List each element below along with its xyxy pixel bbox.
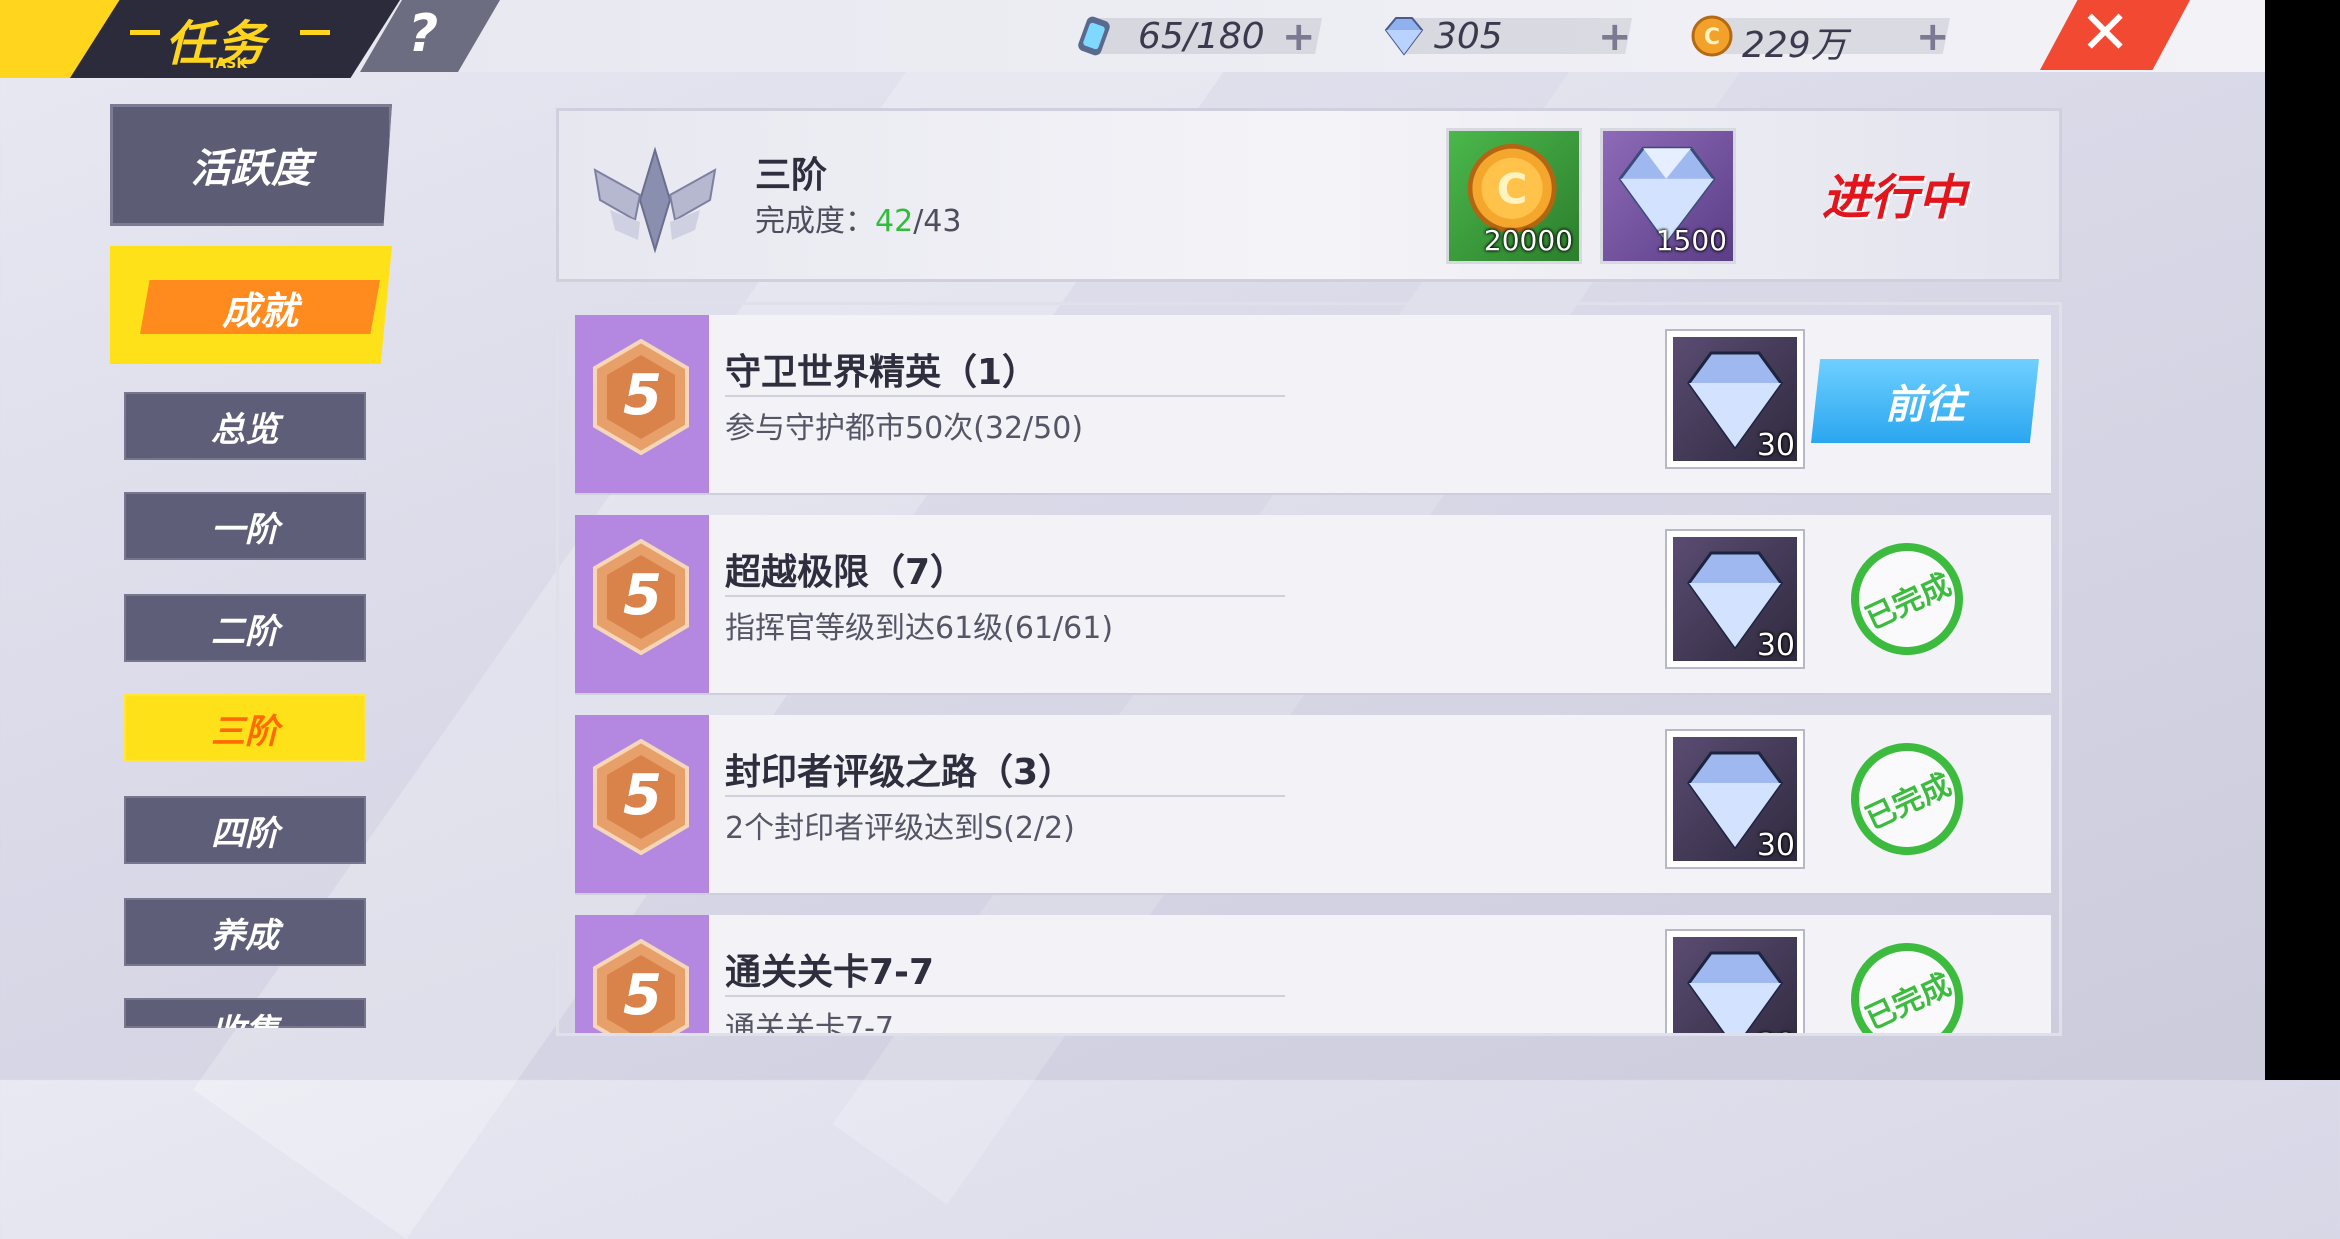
task-row: 5 通关关卡7-7 通关关卡7-7 30 已完成: [575, 915, 2051, 1036]
task-reward[interactable]: 30: [1665, 529, 1805, 669]
help-icon[interactable]: ?: [408, 4, 438, 64]
rank-status: 进行中: [1822, 170, 1967, 226]
task-level: 5: [623, 763, 662, 828]
task-name: 超越极限（7）: [725, 552, 967, 593]
tab-activity[interactable]: 活跃度: [110, 104, 392, 226]
screen-edge: [2265, 0, 2340, 1080]
close-icon[interactable]: ✕: [2080, 0, 2130, 68]
svg-text:C: C: [1497, 165, 1528, 214]
sidebar-item-tier4[interactable]: 四阶: [124, 796, 366, 864]
task-reward[interactable]: 30: [1665, 329, 1805, 469]
progress-label: 完成度：: [755, 204, 875, 239]
sidebar-item-tier3[interactable]: 三阶: [124, 694, 366, 762]
progress-current: 42: [875, 204, 914, 239]
reward-amount: 30: [1756, 828, 1795, 863]
reward-amount: 30: [1756, 628, 1795, 663]
reward-diamond-amount: 1500: [1655, 224, 1727, 257]
completed-stamp: 已完成: [1832, 924, 1982, 1033]
task-name: 通关关卡7-7: [725, 952, 935, 993]
rank-title: 三阶: [755, 155, 828, 196]
svg-text:C: C: [1704, 25, 1720, 50]
task-desc: 2个封印者评级达到S(2/2): [725, 811, 1075, 846]
gold-plus-button[interactable]: +: [1916, 14, 1950, 60]
task-name: 守卫世界精英（1）: [725, 352, 1039, 393]
completed-stamp: 已完成: [1832, 724, 1982, 874]
title-decoration: [130, 30, 160, 35]
task-list[interactable]: 5 守卫世界精英（1） 参与守护都市50次(32/50) 30 前往 5 超越极…: [556, 302, 2062, 1036]
sidebar-item-overview[interactable]: 总览: [124, 392, 366, 460]
tab-achievement[interactable]: 成就: [140, 280, 380, 334]
task-desc: 参与守护都市50次(32/50): [725, 411, 1084, 446]
sidebar-item-growth[interactable]: 养成: [124, 898, 366, 966]
sidebar-item-tier1[interactable]: 一阶: [124, 492, 366, 560]
task-level: 5: [623, 963, 662, 1028]
page-subtitle: TASK: [207, 56, 248, 72]
rank-reward-gold[interactable]: C 20000: [1446, 128, 1582, 264]
gold-value: 229万: [1742, 25, 1847, 66]
stamina-plus-button[interactable]: +: [1282, 14, 1316, 60]
go-button[interactable]: 前往: [1811, 359, 2039, 443]
completed-stamp: 已完成: [1832, 524, 1982, 674]
sidebar-item-tier2[interactable]: 二阶: [124, 594, 366, 662]
task-row: 5 守卫世界精英（1） 参与守护都市50次(32/50) 30 前往: [575, 315, 2051, 493]
task-level: 5: [623, 363, 662, 428]
task-desc: 指挥官等级到达61级(61/61): [725, 611, 1114, 646]
rank-emblem-icon: [593, 146, 717, 254]
reward-gold-amount: 20000: [1483, 224, 1573, 257]
title-decoration: [300, 30, 330, 35]
diamond-icon: [1687, 951, 1783, 1033]
progress-total: /43: [913, 204, 962, 239]
stamina-icon: [1078, 16, 1110, 56]
task-name: 封印者评级之路（3）: [725, 752, 1075, 793]
task-row: 5 封印者评级之路（3） 2个封印者评级达到S(2/2) 30 已完成: [575, 715, 2051, 893]
stamina-value: 65/180: [1138, 16, 1265, 57]
gold-resource: C 229万 +: [1690, 14, 1960, 66]
rank-reward-diamond[interactable]: 1500: [1600, 128, 1736, 264]
diamond-resource: 305 +: [1382, 14, 1642, 60]
diamond-value: 305: [1434, 16, 1503, 57]
rank-progress: 完成度：42/43: [755, 196, 961, 240]
diamond-icon: [1384, 17, 1424, 56]
reward-amount: 30: [1756, 428, 1795, 463]
task-desc: 通关关卡7-7: [725, 1011, 894, 1036]
task-level: 5: [623, 563, 662, 628]
gold-coin-icon: C: [1691, 15, 1733, 57]
task-reward[interactable]: 30: [1665, 729, 1805, 869]
sidebar-item-collection[interactable]: 收集: [124, 998, 366, 1028]
diamond-plus-button[interactable]: +: [1598, 14, 1632, 60]
task-row: 5 超越极限（7） 指挥官等级到达61级(61/61) 30 已完成: [575, 515, 2051, 693]
stamina-resource: 65/180 +: [1072, 14, 1332, 60]
task-reward[interactable]: 30: [1665, 929, 1805, 1033]
reward-amount: 30: [1757, 1028, 1795, 1033]
